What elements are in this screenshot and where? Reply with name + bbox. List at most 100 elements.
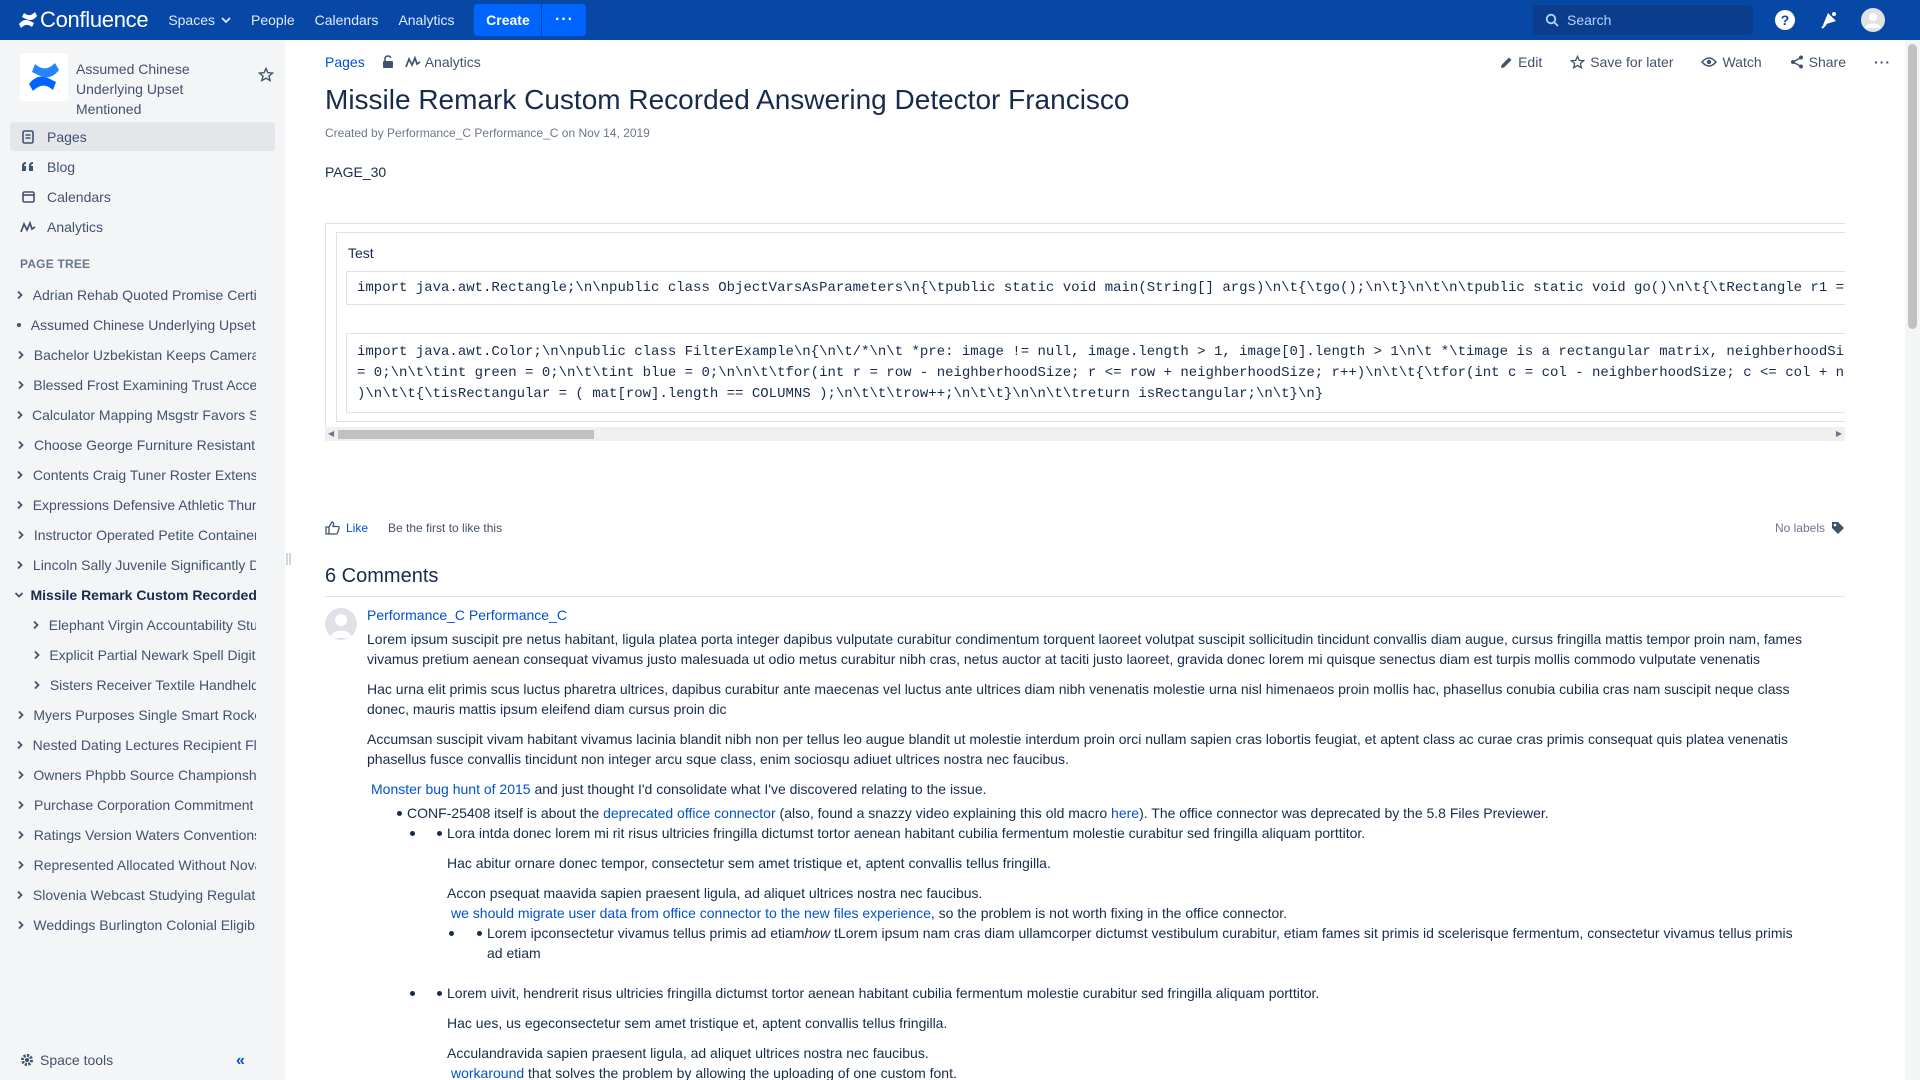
comment-author-link[interactable]: Performance_C Performance_C (367, 605, 1827, 625)
page-tree-item[interactable]: Bachelor Uzbekistan Keeps Camera (14, 343, 256, 367)
sidebar-item-analytics[interactable]: Analytics (10, 212, 275, 241)
chevron-right-icon[interactable] (14, 500, 27, 510)
page-tree-item[interactable]: Sisters Receiver Textile Handheld (30, 673, 256, 697)
deprecated-office-connector-link[interactable]: deprecated office connector (603, 805, 776, 821)
tag-icon[interactable] (1831, 521, 1845, 535)
star-icon[interactable] (258, 67, 274, 83)
sidebar-item-pages[interactable]: Pages (10, 122, 275, 151)
watch-button[interactable]: Watch (1701, 54, 1762, 70)
page-tree-item[interactable]: Weddings Burlington Colonial Eligible (14, 913, 256, 937)
bullet (437, 831, 442, 836)
page-tree-item[interactable]: Ratings Version Waters Conventions (14, 823, 256, 847)
page-tree-item[interactable]: Missile Remark Custom Recorded Answering (14, 583, 256, 607)
avatar[interactable] (325, 608, 357, 640)
page-tree-item[interactable]: Assumed Chinese Underlying Upset Mention… (14, 313, 256, 337)
space-logo[interactable] (20, 53, 68, 101)
chevron-right-icon[interactable] (14, 350, 28, 360)
page-tree-item[interactable]: Choose George Furniture Resistant (14, 433, 256, 457)
chevron-right-icon[interactable] (14, 440, 28, 450)
here-link[interactable]: here (1111, 805, 1139, 821)
space-tools-button[interactable]: Space tools (20, 1052, 113, 1068)
page-tree-item[interactable]: Nested Dating Lectures Recipient Flash (14, 733, 256, 757)
page-tree-item[interactable]: Owners Phpbb Source Championship (14, 763, 256, 787)
page-tree-item[interactable]: Adrian Rehab Quoted Promise Certified (14, 283, 256, 307)
chevron-right-icon[interactable] (14, 470, 27, 480)
chevron-right-icon[interactable] (14, 830, 28, 840)
create-more-button[interactable]: ··· (542, 4, 587, 36)
page-tree-item[interactable]: Elephant Virgin Accountability Studio (30, 613, 256, 637)
page-tree-item[interactable]: Expressions Defensive Athletic Thumbs (14, 493, 256, 517)
create-button[interactable]: Create (474, 4, 542, 36)
help-icon[interactable]: ? (1773, 8, 1797, 32)
nav-people[interactable]: People (251, 0, 295, 40)
quote-icon (20, 161, 36, 173)
scrollbar-thumb[interactable] (338, 430, 594, 439)
chevron-right-icon[interactable] (14, 860, 28, 870)
chevron-right-icon[interactable] (14, 530, 28, 540)
chevron-right-icon[interactable] (30, 620, 43, 630)
chevron-right-icon[interactable] (14, 920, 27, 930)
chevron-right-icon[interactable] (14, 380, 27, 390)
page-tree-item[interactable]: Purchase Corporation Commitment (14, 793, 256, 817)
search-box[interactable] (1533, 5, 1753, 35)
chevron-right-icon[interactable] (30, 680, 44, 690)
sidebar-item-blog[interactable]: Blog (10, 152, 275, 181)
chevron-right-icon[interactable] (14, 800, 28, 810)
share-button[interactable]: Share (1790, 54, 1846, 70)
collapse-sidebar-button[interactable]: « (236, 1052, 245, 1070)
page-tree-item[interactable]: Slovenia Webcast Studying Regulatory (14, 883, 256, 907)
comment-text-italic: how (804, 925, 831, 941)
page-tree-item[interactable]: Blessed Frost Examining Trust Accept (14, 373, 256, 397)
comment-text: Lora intda donec lorem mi rit risus ultr… (447, 825, 1366, 841)
breadcrumb-pages-link[interactable]: Pages (325, 54, 365, 70)
save-for-later-button[interactable]: Save for later (1570, 54, 1673, 70)
page-tree-item[interactable]: Lincoln Sally Juvenile Significantly Den (14, 553, 256, 577)
space-name[interactable]: Assumed Chinese Underlying Upset Mention… (76, 59, 231, 119)
nav-analytics[interactable]: Analytics (398, 0, 454, 40)
scrollbar-thumb[interactable] (1908, 44, 1917, 329)
page-tree-item-label: Bachelor Uzbekistan Keeps Camera (33, 347, 256, 363)
more-actions-button[interactable]: ··· (1874, 54, 1891, 70)
chevron-right-icon[interactable] (14, 410, 26, 420)
page-tree-item[interactable]: Calculator Mapping Msgstr Favors Stretch (14, 403, 256, 427)
search-input[interactable] (1567, 12, 1747, 28)
migrate-user-data-link[interactable]: we should migrate user data from office … (451, 905, 931, 921)
comment-text: ). The office connector was deprecated b… (1139, 805, 1549, 821)
bullet (410, 991, 415, 996)
chevron-right-icon[interactable] (14, 290, 27, 300)
sidebar-item-label: Calendars (47, 188, 111, 205)
workaround-link[interactable]: workaround (451, 1065, 524, 1080)
chevron-right-icon[interactable] (14, 770, 27, 780)
code-horizontal-scrollbar[interactable]: ◀ ▶ (325, 427, 1845, 441)
confluence-logo[interactable]: Confluence (18, 0, 149, 40)
chevron-right-icon[interactable] (14, 740, 27, 750)
like-button[interactable]: Like (325, 521, 368, 535)
page-tree-item[interactable]: Explicit Partial Newark Spell Digital (30, 643, 256, 667)
scroll-left-icon[interactable]: ◀ (328, 429, 334, 438)
bug-hunt-link[interactable]: Monster bug hunt of 2015 (371, 781, 531, 797)
comment-text-row: workaround that solves the problem by al… (447, 1063, 1827, 1080)
user-avatar-icon[interactable] (1861, 8, 1885, 32)
edit-button[interactable]: Edit (1500, 54, 1542, 70)
labels-text: No labels (1774, 521, 1825, 535)
page-tree-item[interactable]: Instructor Operated Petite Container (14, 523, 256, 547)
chevron-right-icon[interactable] (14, 890, 27, 900)
space-tools-label: Space tools (40, 1052, 114, 1068)
sidebar-item-calendars[interactable]: Calendars (10, 182, 275, 211)
page-tree-item[interactable]: Contents Craig Tuner Roster Extension (14, 463, 256, 487)
notifications-icon[interactable] (1817, 8, 1841, 32)
bullet-icon[interactable] (14, 323, 25, 327)
nav-spaces[interactable]: Spaces (168, 0, 231, 40)
chevron-right-icon[interactable] (14, 560, 27, 570)
nav-calendars[interactable]: Calendars (315, 0, 379, 40)
scroll-right-icon[interactable]: ▶ (1836, 429, 1842, 438)
chevron-right-icon[interactable] (14, 710, 27, 720)
breadcrumb-analytics-link[interactable]: Analytics (404, 54, 481, 70)
share-label: Share (1808, 54, 1846, 70)
chevron-down-icon[interactable] (14, 590, 24, 600)
page-tree-item[interactable]: Myers Purposes Single Smart Rocket (14, 703, 256, 727)
restrictions-icon[interactable] (381, 55, 395, 69)
page-tree-item[interactable]: Represented Allocated Without Nova (14, 853, 256, 877)
chevron-right-icon[interactable] (30, 650, 43, 660)
page-vertical-scrollbar[interactable] (1905, 40, 1920, 1080)
